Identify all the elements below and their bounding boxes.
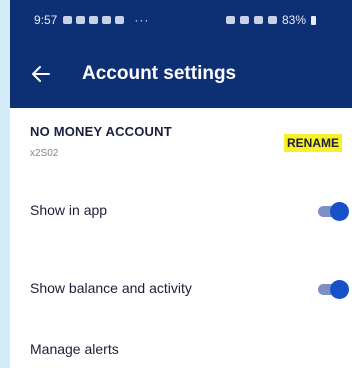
status-bar: 9:57 ··· 83% xyxy=(10,0,352,40)
wifi-icon xyxy=(253,16,263,24)
setting-row-show-in-app: Show in app xyxy=(10,176,352,254)
account-number: x2S02 xyxy=(30,148,59,159)
app-bar: Account settings xyxy=(10,40,352,108)
notification-icons xyxy=(63,16,125,24)
notification-icon xyxy=(63,16,73,24)
manage-alerts-label: Manage alerts xyxy=(30,341,119,357)
phone-screen: 9:57 ··· 83% Account settings NO MONEY A… xyxy=(10,0,352,368)
rename-button[interactable]: RENAME xyxy=(284,134,343,152)
setting-label: Show balance and activity xyxy=(30,280,192,296)
show-balance-toggle[interactable] xyxy=(316,280,350,299)
notification-icon xyxy=(102,16,112,24)
battery-percent: 83% xyxy=(281,13,306,27)
notification-icon xyxy=(89,16,99,24)
show-in-app-toggle[interactable] xyxy=(316,202,350,221)
notification-icon xyxy=(76,16,86,24)
settings-content: NO MONEY ACCOUNT x2S02 RENAME Show in ap… xyxy=(10,108,352,362)
status-time: 9:57 xyxy=(34,13,58,27)
signal-icon xyxy=(267,16,277,24)
setting-row-show-balance: Show balance and activity xyxy=(10,254,352,332)
account-name: NO MONEY ACCOUNT xyxy=(30,124,172,139)
manage-alerts-row[interactable]: Manage alerts xyxy=(10,332,352,362)
toggle-thumb xyxy=(330,202,349,221)
more-notifications-icon: ··· xyxy=(134,13,150,27)
system-icons: 83% xyxy=(225,13,316,27)
account-row: NO MONEY ACCOUNT x2S02 RENAME xyxy=(10,108,352,176)
notification-icon xyxy=(115,16,125,24)
setting-label: Show in app xyxy=(30,202,108,218)
battery-icon xyxy=(311,15,316,25)
toggle-thumb xyxy=(330,280,349,299)
back-arrow-icon[interactable] xyxy=(30,63,52,85)
mute-icon xyxy=(239,16,249,24)
page-title: Account settings xyxy=(82,63,237,84)
vibrate-icon xyxy=(225,16,235,24)
